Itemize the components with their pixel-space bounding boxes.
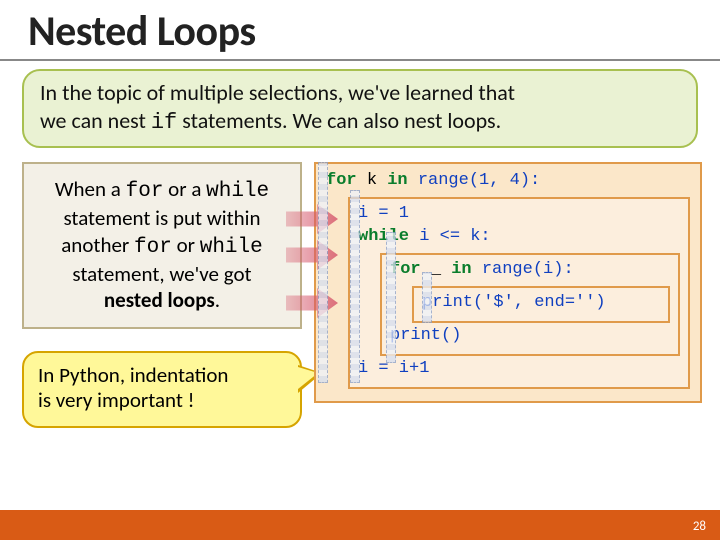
assign-i: i = 1 — [358, 204, 409, 223]
footer-bar — [0, 510, 720, 540]
kw-for: for — [326, 171, 357, 190]
code-block-outer: for k in range(1, 4): i = 1 while i <= k… — [314, 162, 702, 403]
definition-box: When a for or a while statement is put w… — [22, 162, 302, 329]
var-k: k — [367, 171, 377, 190]
print-empty: print() — [390, 326, 461, 345]
indentation-callout: In Python, indentation is very important… — [22, 351, 302, 427]
kw-in-inner: in — [451, 260, 471, 279]
def-for1: for — [126, 180, 164, 203]
indent-guide — [350, 190, 360, 383]
indent-guide — [318, 162, 328, 383]
def-l3a: another — [61, 232, 134, 258]
intro-line2a: we can nest — [40, 107, 151, 134]
code-block-level1: i = 1 while i <= k: for _ in range(i): p… — [348, 197, 690, 389]
def-while2: while — [200, 236, 263, 259]
def-l1a: When a — [55, 176, 126, 202]
code-block-level3: print('$', end='') — [412, 286, 670, 323]
def-l1b: or a — [163, 176, 206, 202]
var-underscore: _ — [431, 260, 441, 279]
kw-in: in — [387, 171, 407, 190]
range-i: range(i): — [482, 260, 574, 279]
def-l4: statement, we've got — [72, 261, 251, 287]
callout-l1: In Python, indentation — [38, 362, 228, 388]
def-while1: while — [206, 180, 269, 203]
intro-line1: In the topic of multiple selections, we'… — [40, 79, 515, 106]
intro-line2b: statements. We can also nest loops. — [177, 107, 501, 134]
def-l3b: or — [172, 232, 200, 258]
def-l2: statement is put within — [63, 205, 260, 231]
kw-while: while — [358, 227, 409, 246]
def-l5: nested loops — [104, 287, 215, 313]
callout-l2: is very important ! — [38, 387, 195, 413]
intro-if-code: if — [151, 110, 177, 135]
while-cond: i <= k: — [419, 227, 490, 246]
intro-box: In the topic of multiple selections, we'… — [22, 69, 698, 148]
indent-guide — [422, 272, 432, 323]
indent-guide — [386, 232, 396, 363]
code-area: for k in range(1, 4): i = 1 while i <= k… — [314, 162, 702, 403]
print-dollar: print('$', end='') — [422, 293, 606, 312]
def-for2: for — [134, 236, 172, 259]
range-call: range(1, 4): — [408, 171, 541, 190]
page-number: 28 — [693, 519, 706, 534]
page-title: Nested Loops — [0, 0, 720, 61]
